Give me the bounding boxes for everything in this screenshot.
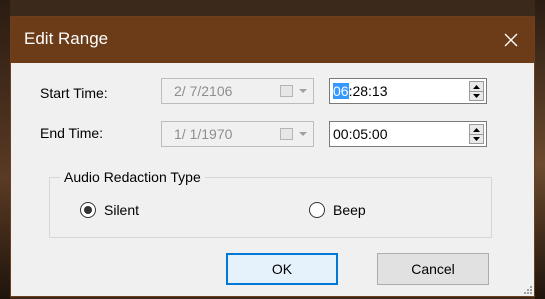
silent-radio-label[interactable]: Silent xyxy=(104,202,139,218)
start-time-rest: :28:13 xyxy=(348,83,388,99)
start-time-hours-selected: 06 xyxy=(333,83,349,99)
triangle-up-icon xyxy=(473,127,480,132)
audio-redaction-group-label: Audio Redaction Type xyxy=(60,169,205,185)
end-time-input[interactable]: 00:05:00 xyxy=(329,121,487,147)
beep-radio-label[interactable]: Beep xyxy=(333,202,366,218)
end-date-picker[interactable]: 1/ 1/1970 xyxy=(161,121,314,147)
cancel-button[interactable]: Cancel xyxy=(377,253,489,285)
resize-grip-icon[interactable] xyxy=(522,284,532,294)
end-time-value: 00:05:00 xyxy=(333,126,388,142)
chevron-down-icon[interactable] xyxy=(297,128,309,140)
spin-down-button[interactable] xyxy=(470,134,483,143)
end-time-spinner[interactable] xyxy=(469,124,484,144)
start-date-value: 2/ 7/2106 xyxy=(174,83,233,99)
close-button[interactable] xyxy=(488,17,534,63)
triangle-down-icon xyxy=(473,93,480,98)
spin-down-button[interactable] xyxy=(470,91,483,100)
silent-radio[interactable] xyxy=(80,202,96,218)
background-right xyxy=(535,0,545,299)
dialog-title: Edit Range xyxy=(24,29,109,48)
start-date-picker[interactable]: 2/ 7/2106 xyxy=(161,78,314,104)
start-time-value: 06:28:13 xyxy=(333,83,388,99)
end-date-value: 1/ 1/1970 xyxy=(174,126,233,142)
background-left xyxy=(0,0,10,299)
edit-range-dialog: Edit Range Start Time: 2/ 7/2106 06:28:1… xyxy=(10,16,535,297)
start-time-spinner[interactable] xyxy=(469,81,484,101)
chevron-down-icon[interactable] xyxy=(297,85,309,97)
title-bar[interactable]: Edit Range xyxy=(11,17,534,63)
triangle-up-icon xyxy=(473,84,480,89)
triangle-down-icon xyxy=(473,136,480,141)
start-time-input[interactable]: 06:28:13 xyxy=(329,78,487,104)
end-time-label: End Time: xyxy=(40,125,104,141)
close-icon xyxy=(504,33,518,47)
beep-radio[interactable] xyxy=(309,202,325,218)
start-time-label: Start Time: xyxy=(40,85,108,101)
calendar-checkbox-icon[interactable] xyxy=(280,85,293,97)
ok-button[interactable]: OK xyxy=(226,253,338,285)
calendar-checkbox-icon[interactable] xyxy=(280,128,293,140)
